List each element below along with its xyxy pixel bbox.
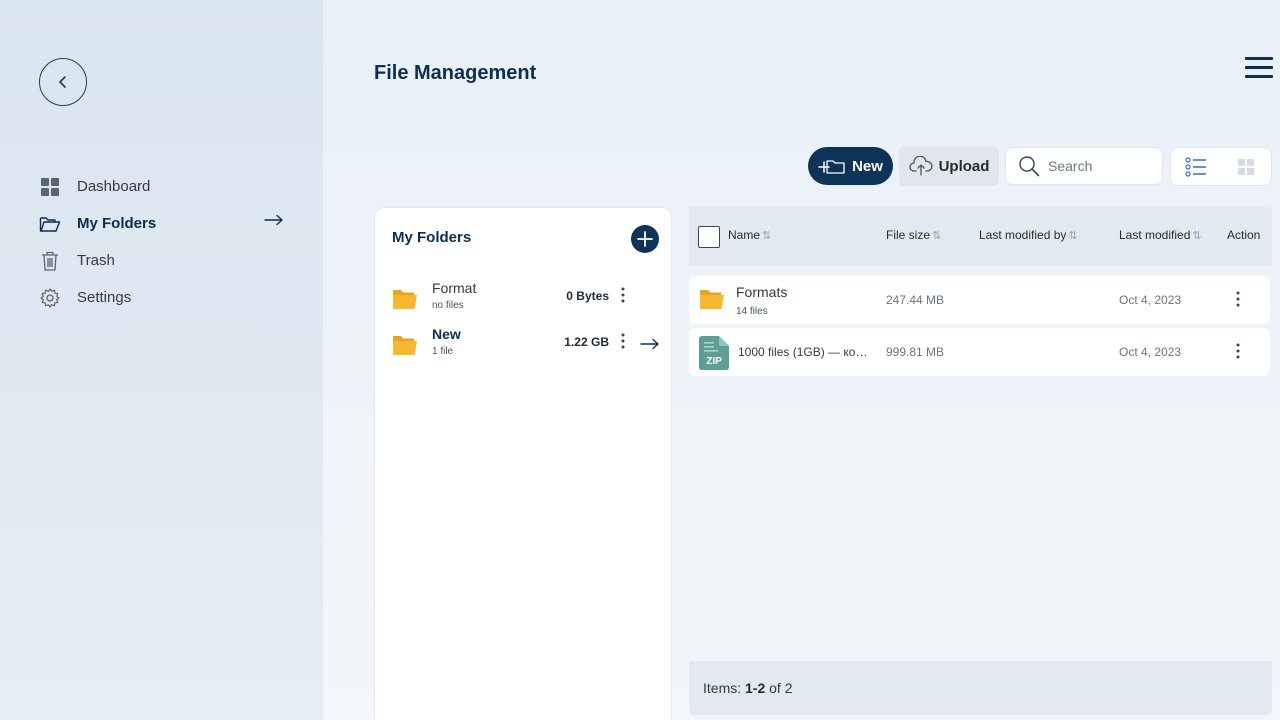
search-box	[1005, 147, 1163, 185]
column-header-last-modified[interactable]: Last modified ⇅	[1119, 228, 1202, 242]
column-header-action: Action	[1227, 228, 1261, 242]
items-total: of 2	[765, 680, 793, 696]
column-label: File size	[886, 228, 931, 242]
sort-icon: ⇅	[932, 230, 942, 242]
items-prefix: Items:	[703, 680, 746, 696]
file-count: 14 files	[736, 306, 768, 317]
sidebar-item-my-folders[interactable]: My Folders	[39, 205, 289, 242]
more-options-icon[interactable]	[1234, 290, 1242, 308]
table-row[interactable]: Formats 14 files 247.44 MB Oct 4, 2023	[689, 276, 1270, 324]
sort-icon: ⇅	[762, 230, 772, 242]
new-button-label: New	[852, 157, 883, 175]
more-options-icon[interactable]	[619, 332, 627, 350]
new-button[interactable]: New	[808, 147, 893, 185]
search-input[interactable]	[1048, 158, 1148, 174]
folder-icon	[393, 290, 417, 309]
folder-size: 0 Bytes	[566, 289, 609, 303]
gear-icon	[39, 287, 61, 309]
grid-view-button[interactable]	[1221, 147, 1271, 186]
add-folder-button[interactable]	[631, 225, 659, 253]
zip-label: ZIP	[706, 356, 722, 367]
folder-item[interactable]: New 1 file 1.22 GB	[392, 326, 662, 366]
column-label: Name	[728, 228, 761, 242]
folders-panel-title: My Folders	[392, 229, 472, 246]
sidebar-item-label: Settings	[77, 289, 132, 306]
column-header-file-size[interactable]: File size ⇅	[886, 228, 941, 242]
file-name: 1000 files (1GB) — коп…	[738, 345, 873, 359]
upload-button-label: Upload	[938, 157, 990, 175]
folder-icon	[700, 290, 724, 309]
view-toggle	[1170, 147, 1272, 186]
folder-icon	[393, 336, 417, 355]
file-size: 247.44 MB	[886, 293, 945, 307]
folder-name: Format	[432, 280, 477, 296]
folder-item[interactable]: Format no files 0 Bytes	[392, 280, 662, 320]
grid-view-icon	[1238, 158, 1254, 175]
folder-size: 1.22 GB	[564, 335, 609, 349]
sidebar-item-settings[interactable]: Settings	[39, 279, 289, 316]
sidebar-item-label: Dashboard	[77, 178, 151, 195]
arrow-right-icon	[264, 213, 284, 230]
select-all-checkbox[interactable]	[698, 226, 720, 248]
pagination-summary: Items: 1-2 of 2	[689, 661, 1272, 715]
sidebar-item-dashboard[interactable]: Dashboard	[39, 168, 289, 205]
file-size: 999.81 MB	[886, 345, 945, 359]
table-header: Name ⇅ File size ⇅ Last modified by ⇅ Last …	[689, 207, 1272, 265]
sidebar-item-label: Trash	[77, 252, 115, 269]
folder-name: New	[432, 326, 461, 342]
column-header-name[interactable]: Name ⇅	[728, 228, 771, 242]
trash-icon	[39, 250, 61, 272]
plus-icon	[637, 231, 653, 247]
items-range: 1-2	[745, 680, 766, 696]
sidebar: Dashboard My Folders Trash Settings	[0, 0, 323, 720]
sidebar-item-label: My Folders	[77, 215, 157, 232]
last-modified: Oct 4, 2023	[1119, 293, 1182, 307]
last-modified: Oct 4, 2023	[1119, 345, 1182, 359]
table-row[interactable]: ZIP 1000 files (1GB) — коп… 999.81 MB Oc…	[689, 328, 1270, 376]
column-label: Last modified by	[979, 228, 1067, 242]
menu-icon[interactable]	[1245, 57, 1273, 79]
folder-plus-icon	[818, 160, 845, 174]
back-button[interactable]	[39, 58, 87, 106]
folder-open-icon	[39, 213, 61, 235]
page-title: File Management	[374, 62, 537, 84]
folders-panel: My Folders Format no files 0 Bytes New 1…	[374, 207, 672, 720]
sort-icon: ⇅	[1068, 230, 1078, 242]
column-header-last-modified-by[interactable]: Last modified by ⇅	[979, 228, 1078, 242]
grid-icon	[39, 176, 61, 198]
sidebar-nav: Dashboard My Folders Trash Settings	[39, 168, 289, 316]
zip-file-icon: ZIP	[699, 336, 729, 370]
sort-icon: ⇅	[1192, 230, 1202, 242]
more-options-icon[interactable]	[1234, 342, 1242, 360]
folder-file-count: 1 file	[432, 346, 454, 357]
file-name: Formats	[736, 284, 788, 300]
chevron-left-icon	[59, 76, 66, 88]
column-label: Last modified	[1119, 228, 1191, 242]
sidebar-item-trash[interactable]: Trash	[39, 242, 289, 279]
arrow-right-icon	[640, 337, 660, 355]
cloud-upload-icon	[908, 156, 933, 176]
upload-button[interactable]: Upload	[899, 146, 999, 186]
more-options-icon[interactable]	[619, 286, 627, 304]
list-view-button[interactable]	[1171, 147, 1221, 186]
list-view-icon	[1185, 156, 1206, 177]
folder-file-count: no files	[432, 300, 464, 311]
search-icon	[1019, 156, 1040, 177]
